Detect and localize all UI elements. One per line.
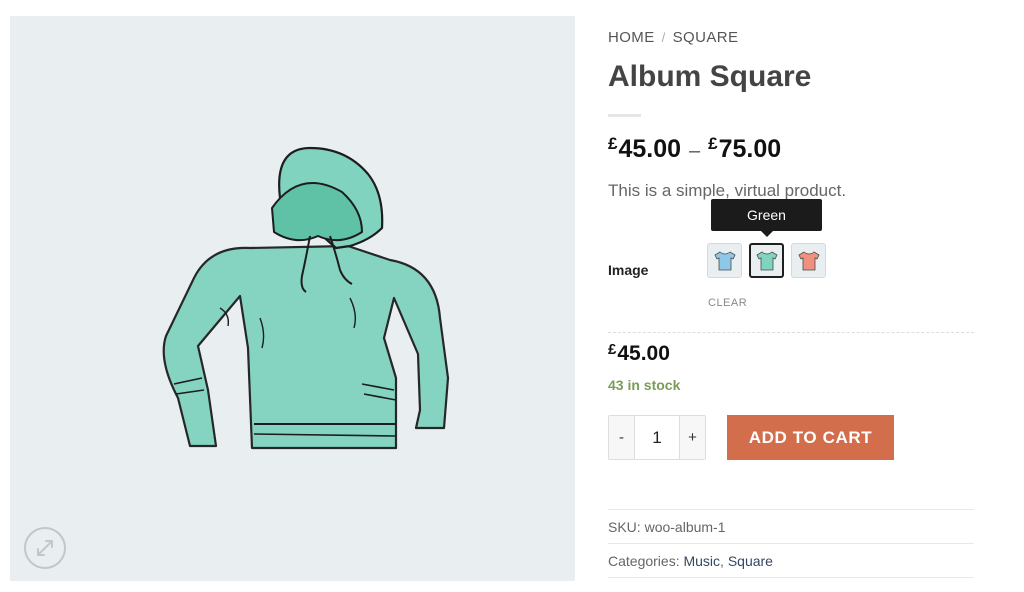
categories-separator: ,: [720, 553, 724, 569]
breadcrumb-home-link[interactable]: HOME: [608, 29, 655, 46]
image-swatches: [707, 243, 826, 278]
breadcrumb: HOME / SQUARE: [608, 29, 738, 46]
zoom-button[interactable]: [24, 527, 66, 569]
price-min: 45.00: [618, 135, 682, 163]
price-dash: –: [689, 140, 701, 162]
tshirt-icon: [755, 251, 778, 270]
attribute-label: Image: [608, 262, 649, 278]
meta-divider: [608, 577, 974, 578]
swatch-blue[interactable]: [707, 243, 742, 278]
variation-price-amount: 45.00: [617, 342, 670, 365]
category-link-square[interactable]: Square: [728, 553, 773, 569]
variation-divider: [608, 332, 974, 333]
sku-value: woo-album-1: [644, 519, 726, 535]
swatch-tooltip: Green: [711, 199, 822, 237]
product-description: This is a simple, virtual product.: [608, 181, 847, 200]
categories-label: Categories:: [608, 553, 680, 569]
currency-symbol: £: [608, 341, 617, 358]
clear-selection-link[interactable]: CLEAR: [708, 297, 747, 309]
breadcrumb-separator: /: [661, 30, 666, 45]
swatch-red[interactable]: [791, 243, 826, 278]
sku-row: SKU: woo-album-1: [608, 519, 726, 535]
stock-status: 43 in stock: [608, 377, 681, 393]
product-summary: HOME / SQUARE Album Square £45.00– £75.00 T…: [608, 0, 978, 592]
currency-symbol: £: [608, 134, 618, 153]
category-link-music[interactable]: Music: [683, 553, 720, 569]
price-range: £45.00– £75.00: [608, 134, 781, 164]
meta-divider: [608, 509, 974, 510]
currency-symbol: £: [708, 134, 718, 153]
sku-label: SKU:: [608, 519, 641, 535]
variation-price: £45.00: [608, 341, 670, 366]
quantity-input[interactable]: [635, 416, 679, 459]
product-gallery: [10, 16, 575, 581]
product-title: Album Square: [608, 60, 812, 93]
quantity-decrease-button[interactable]: -: [609, 416, 635, 459]
breadcrumb-category-link[interactable]: SQUARE: [673, 29, 739, 46]
title-divider: [608, 114, 641, 117]
tshirt-icon: [797, 251, 820, 270]
quantity-increase-button[interactable]: +: [679, 416, 705, 459]
quantity-stepper: - +: [608, 415, 706, 460]
price-max: 75.00: [718, 135, 782, 163]
swatch-green[interactable]: [749, 243, 784, 278]
tshirt-icon: [713, 251, 736, 270]
expand-arrows-icon: [37, 540, 53, 556]
categories-row: Categories: Music, Square: [608, 553, 773, 569]
meta-divider: [608, 543, 974, 544]
add-to-cart-button[interactable]: ADD TO CART: [727, 415, 894, 460]
product-image-hoodie[interactable]: [150, 128, 450, 480]
